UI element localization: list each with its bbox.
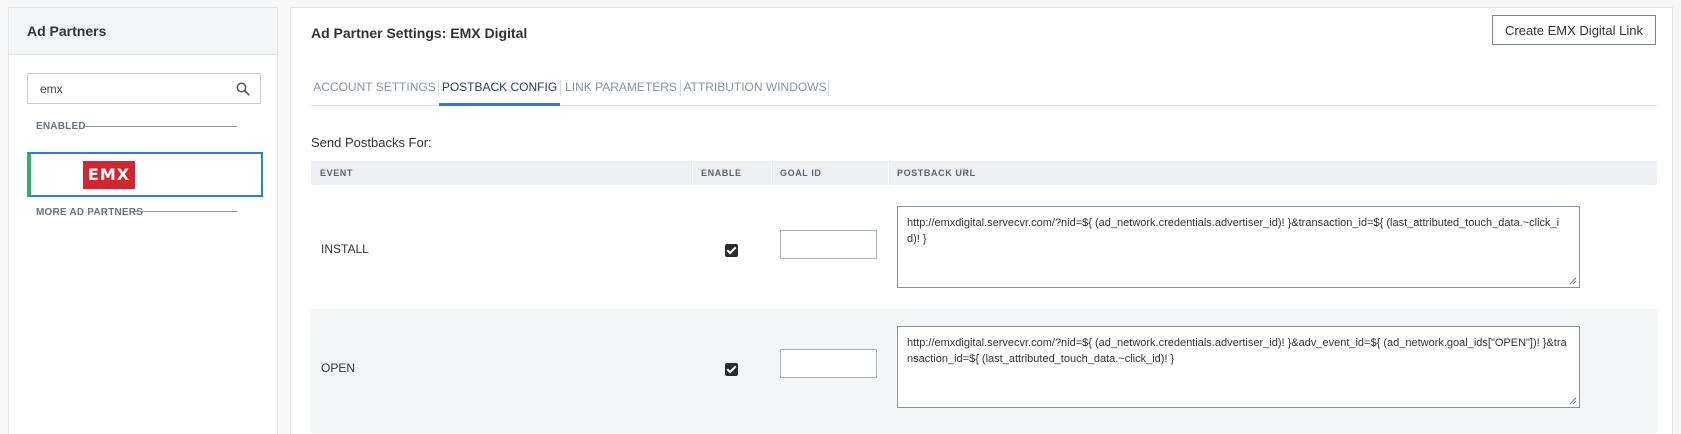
- goal-id-input[interactable]: [780, 349, 877, 378]
- tab-account-settings[interactable]: ACCOUNT SETTINGS: [311, 66, 438, 106]
- goal-id-input[interactable]: [780, 230, 877, 259]
- header-event: EVENT: [320, 168, 354, 178]
- create-link-button[interactable]: Create EMX Digital Link: [1492, 15, 1656, 45]
- enabled-divider: [83, 126, 237, 127]
- settings-tabs: ACCOUNT SETTINGS POSTBACK CONFIG LINK PA…: [311, 66, 1657, 106]
- search-icon[interactable]: [236, 82, 250, 96]
- tab-separator: [828, 80, 829, 96]
- header-postback-url: POSTBACK URL: [897, 168, 976, 178]
- tab-link-parameters[interactable]: LINK PARAMETERS: [561, 66, 681, 106]
- more-partners-section-label: MORE AD PARTNERS: [36, 207, 144, 218]
- postback-url-textarea[interactable]: http://emxdigital.servecvr.com/?nid=${ (…: [897, 326, 1580, 408]
- table-row: OPEN http://emxdigital.servecvr.com/?nid…: [311, 309, 1657, 433]
- table-row: INSTALL http://emxdigital.servecvr.com/?…: [311, 185, 1657, 309]
- ad-partners-sidebar: Ad Partners ENABLED EMX MORE AD PARTNERS: [8, 7, 278, 434]
- header-enable: ENABLE: [701, 168, 742, 178]
- partner-card-emx[interactable]: EMX: [27, 152, 263, 197]
- more-partners-divider: [131, 211, 237, 212]
- postback-url-text: http://emxdigital.servecvr.com/?nid=${ (…: [907, 217, 1560, 245]
- emx-logo: EMX: [83, 161, 135, 189]
- resize-handle-icon[interactable]: [1569, 277, 1577, 285]
- send-postbacks-label: Send Postbacks For:: [311, 135, 432, 150]
- table-header: EVENT ENABLE GOAL ID POSTBACK URL: [311, 161, 1657, 185]
- postback-url-textarea[interactable]: http://emxdigital.servecvr.com/?nid=${ (…: [897, 206, 1580, 288]
- tab-postback-config[interactable]: POSTBACK CONFIG: [439, 66, 560, 106]
- header-goal-id: GOAL ID: [780, 168, 822, 178]
- partner-search-field[interactable]: [27, 73, 261, 104]
- event-name: INSTALL: [321, 242, 369, 256]
- enable-checkbox[interactable]: [725, 363, 738, 376]
- partner-search-input[interactable]: [28, 74, 228, 103]
- enabled-section-label: ENABLED: [36, 121, 86, 132]
- event-name: OPEN: [321, 361, 356, 375]
- tab-attribution-windows[interactable]: ATTRIBUTION WINDOWS: [681, 66, 829, 106]
- partner-settings-panel: Ad Partner Settings: EMX Digital Create …: [290, 7, 1673, 434]
- resize-handle-icon[interactable]: [1569, 397, 1577, 405]
- postback-table: EVENT ENABLE GOAL ID POSTBACK URL INSTAL…: [311, 161, 1657, 433]
- postback-url-text: http://emxdigital.servecvr.com/?nid=${ (…: [907, 337, 1567, 365]
- sidebar-title: Ad Partners: [9, 8, 277, 55]
- page-title: Ad Partner Settings: EMX Digital: [311, 25, 528, 41]
- enable-checkbox[interactable]: [725, 244, 738, 257]
